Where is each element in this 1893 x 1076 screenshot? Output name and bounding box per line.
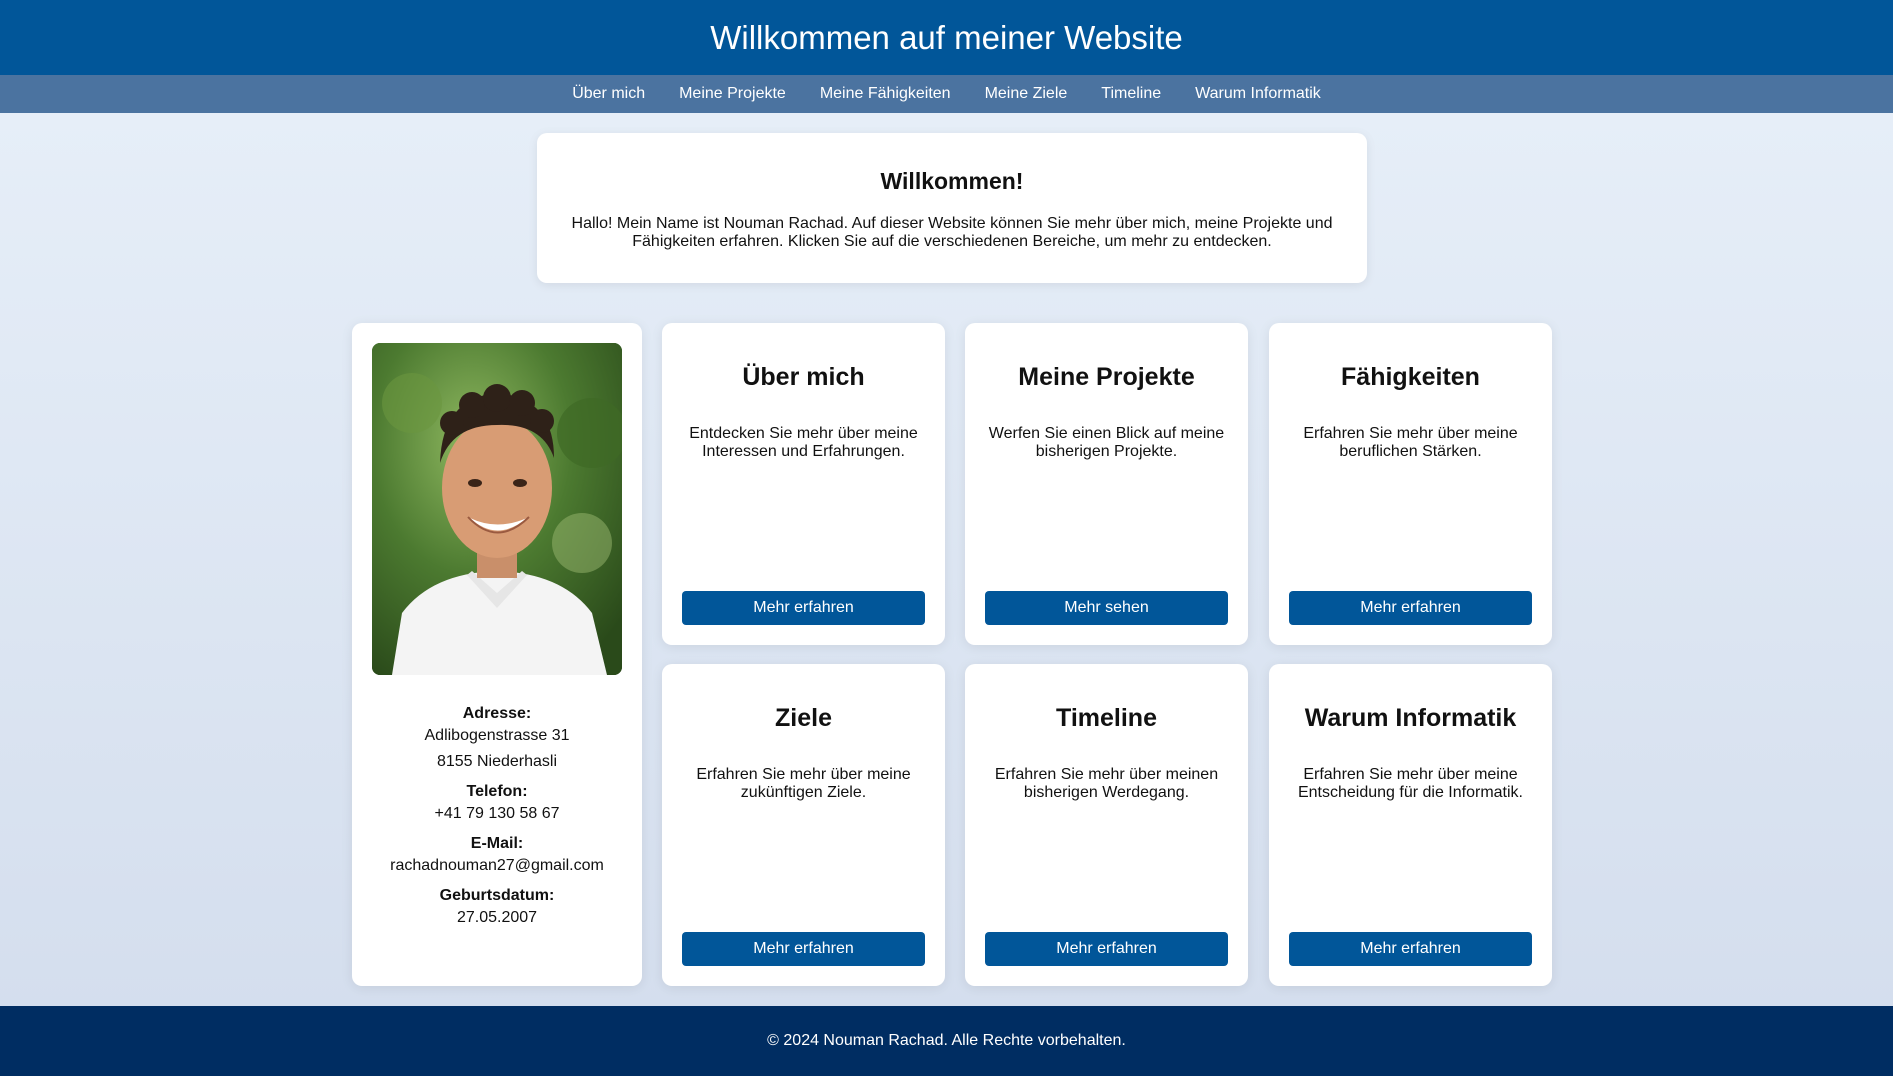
site-footer: © 2024 Nouman Rachad. Alle Rechte vorbeh… (0, 1006, 1893, 1076)
tile-text: Werfen Sie einen Blick auf meine bisheri… (988, 425, 1225, 460)
tile-title: Über mich (742, 363, 865, 391)
tile-text: Erfahren Sie mehr über meine beruflichen… (1303, 425, 1518, 460)
nav-item-projekte[interactable]: Meine Projekte (662, 85, 803, 103)
welcome-title: Willkommen! (880, 168, 1024, 194)
email-value: rachadnouman27@gmail.com (390, 857, 604, 874)
tile-text: Erfahren Sie mehr über meine zukünftigen… (696, 766, 911, 801)
tile-text: Erfahren Sie mehr über meinen bisherigen… (994, 766, 1219, 801)
tile-timeline: Timeline Erfahren Sie mehr über meinen b… (965, 664, 1248, 986)
tile-projekte: Meine Projekte Werfen Sie einen Blick au… (965, 323, 1248, 645)
tile-warum-informatik: Warum Informatik Erfahren Sie mehr über … (1269, 664, 1552, 986)
tile-faehigkeiten: Fähigkeiten Erfahren Sie mehr über meine… (1269, 323, 1552, 645)
tile-title: Meine Projekte (1018, 363, 1195, 391)
birthdate-value: 27.05.2007 (456, 909, 538, 926)
tile-title: Fähigkeiten (1341, 363, 1480, 391)
profile-card: Adresse: Adlibogenstrasse 31 8155 Nieder… (352, 323, 642, 986)
email-label: E-Mail: (470, 835, 524, 852)
address-line2: 8155 Niederhasli (436, 753, 558, 770)
nav-item-ziele[interactable]: Meine Ziele (968, 85, 1085, 103)
address-line1: Adlibogenstrasse 31 (424, 727, 570, 744)
copyright-text: © 2024 Nouman Rachad. Alle Rechte vorbeh… (767, 1032, 1126, 1049)
phone-label: Telefon: (466, 783, 528, 800)
portrait-image (372, 343, 622, 675)
nav-item-faehigkeiten[interactable]: Meine Fähigkeiten (803, 85, 968, 103)
profile-photo (372, 343, 622, 675)
mehr-erfahren-button[interactable]: Mehr erfahren (1289, 932, 1532, 966)
mehr-erfahren-button[interactable]: Mehr erfahren (985, 932, 1228, 966)
nav-item-ueber-mich[interactable]: Über mich (555, 85, 662, 103)
address-label: Adresse: (462, 705, 532, 722)
mehr-erfahren-button[interactable]: Mehr erfahren (1289, 591, 1532, 625)
mehr-sehen-button[interactable]: Mehr sehen (985, 591, 1228, 625)
main-nav: Über mich Meine Projekte Meine Fähigkeit… (0, 75, 1893, 113)
tile-text: Erfahren Sie mehr über meine Entscheidun… (1297, 766, 1523, 801)
mehr-erfahren-button[interactable]: Mehr erfahren (682, 591, 925, 625)
phone-value: +41 79 130 58 67 (434, 805, 560, 822)
contact-info: Adresse: Adlibogenstrasse 31 8155 Nieder… (352, 705, 642, 931)
tile-title: Warum Informatik (1304, 704, 1517, 732)
site-title: Willkommen auf meiner Website (710, 18, 1183, 56)
tile-title: Timeline (1056, 704, 1157, 732)
welcome-box: Willkommen! Hallo! Mein Name ist Nouman … (537, 133, 1367, 283)
site-header: Willkommen auf meiner Website (0, 0, 1893, 75)
tile-ueber-mich: Über mich Entdecken Sie mehr über meine … (662, 323, 945, 645)
tile-text: Entdecken Sie mehr über meine Interessen… (689, 425, 918, 460)
welcome-text: Hallo! Mein Name ist Nouman Rachad. Auf … (571, 215, 1333, 250)
tile-ziele: Ziele Erfahren Sie mehr über meine zukün… (662, 664, 945, 986)
nav-item-warum-informatik[interactable]: Warum Informatik (1178, 85, 1338, 103)
mehr-erfahren-button[interactable]: Mehr erfahren (682, 932, 925, 966)
birthdate-label: Geburtsdatum: (439, 887, 555, 904)
nav-item-timeline[interactable]: Timeline (1084, 85, 1178, 103)
tile-title: Ziele (775, 704, 832, 732)
